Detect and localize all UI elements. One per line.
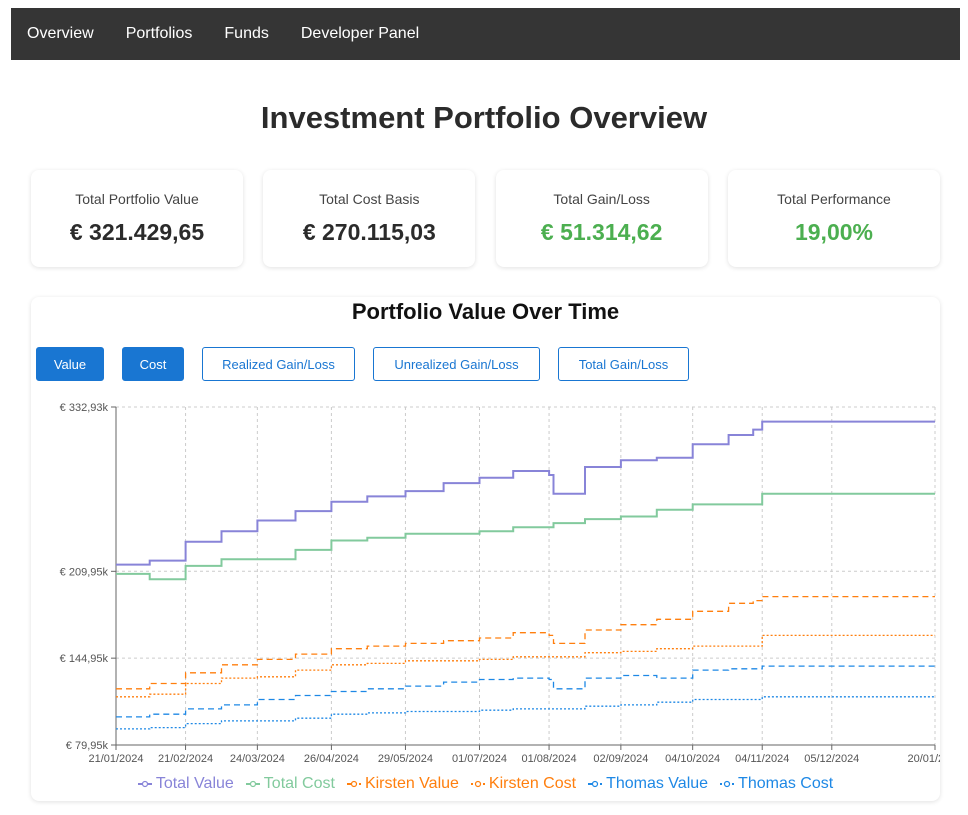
legend-label: Total Cost <box>263 775 335 792</box>
x-tick-label: 26/04/2024 <box>304 753 359 765</box>
series-line-thomas-cost <box>116 696 935 730</box>
y-tick-label: € 144,95k <box>60 653 109 665</box>
legend-swatch-icon <box>470 780 485 788</box>
legend-item-thomas-value[interactable]: Thomas Value <box>588 775 708 793</box>
legend-item-total-cost[interactable]: Total Cost <box>245 775 335 793</box>
x-tick-label: 01/08/2024 <box>522 753 577 765</box>
summary-cards: Total Portfolio Value € 321.429,65 Total… <box>31 170 940 267</box>
card-label: Total Portfolio Value <box>75 191 199 207</box>
series-line-total-cost <box>116 492 935 581</box>
nav-funds[interactable]: Funds <box>224 25 268 43</box>
legend-swatch-icon <box>588 780 603 788</box>
card-total-performance: Total Performance 19,00% <box>727 170 940 267</box>
card-value: 19,00% <box>794 219 873 245</box>
portfolio-line-chart: € 79,95k € 144,95k € 209,95k € 332,93k 21/01… <box>60 402 940 765</box>
chart-legend: Total Value Total Cost Kirsten Value Kirste… <box>31 775 940 793</box>
x-tick-label: 05/12/2024 <box>804 753 859 765</box>
card-value: € 270.115,03 <box>302 219 436 245</box>
legend-label: Kirsten Value <box>364 775 459 792</box>
legend-item-kirsten-cost[interactable]: Kirsten Cost <box>470 775 577 793</box>
x-tick-label: 21/02/2024 <box>158 753 213 765</box>
nav-developer-panel[interactable]: Developer Panel <box>301 25 419 43</box>
x-tick-label: 29/05/2024 <box>378 753 433 765</box>
legend-swatch-icon <box>137 780 152 788</box>
legend-label: Thomas Value <box>606 775 709 792</box>
series-line-kirsten-value <box>116 595 935 690</box>
legend-swatch-icon <box>245 780 260 788</box>
legend-item-kirsten-value[interactable]: Kirsten Value <box>346 775 459 793</box>
card-value: € 51.314,62 <box>540 219 663 245</box>
legend-item-total-value[interactable]: Total Value <box>137 775 234 793</box>
portfolio-chart-panel: Portfolio Value Over Time Value Cost Rea… <box>31 297 940 801</box>
legend-item-thomas-cost[interactable]: Thomas Cost <box>720 775 833 793</box>
nav-portfolios[interactable]: Portfolios <box>126 25 193 43</box>
legend-swatch-icon <box>720 780 735 788</box>
legend-swatch-icon <box>346 780 361 788</box>
card-total-gain-loss: Total Gain/Loss € 51.314,62 <box>495 170 708 267</box>
card-total-cost-basis: Total Cost Basis € 270.115,03 <box>263 170 476 267</box>
card-value: € 321.429,65 <box>69 219 205 245</box>
card-label: Total Cost Basis <box>319 191 420 207</box>
top-navbar: Overview Portfolios Funds Developer Pane… <box>11 8 960 60</box>
x-tick-label: 02/09/2024 <box>593 753 648 765</box>
card-label: Total Gain/Loss <box>553 191 650 207</box>
y-tick-label: € 79,95k <box>66 740 109 752</box>
legend-label: Thomas Cost <box>738 775 834 792</box>
x-tick-label: 21/01/2024 <box>88 753 143 765</box>
legend-label: Total Value <box>155 775 234 792</box>
nav-overview[interactable]: Overview <box>27 25 94 43</box>
legend-label: Kirsten Cost <box>488 775 577 792</box>
y-tick-label: € 332,93k <box>60 402 109 414</box>
x-tick-label: 04/11/2024 <box>735 753 789 765</box>
x-tick-label: 20/01/2025 <box>907 753 940 765</box>
x-tick-label: 04/10/2024 <box>665 753 720 765</box>
x-tick-label: 24/03/2024 <box>230 753 285 765</box>
card-total-portfolio-value: Total Portfolio Value € 321.429,65 <box>31 170 243 267</box>
x-tick-label: 01/07/2024 <box>452 753 507 765</box>
page-title: Investment Portfolio Overview <box>260 100 708 135</box>
y-tick-label: € 209,95k <box>60 566 109 578</box>
card-label: Total Performance <box>777 191 891 207</box>
